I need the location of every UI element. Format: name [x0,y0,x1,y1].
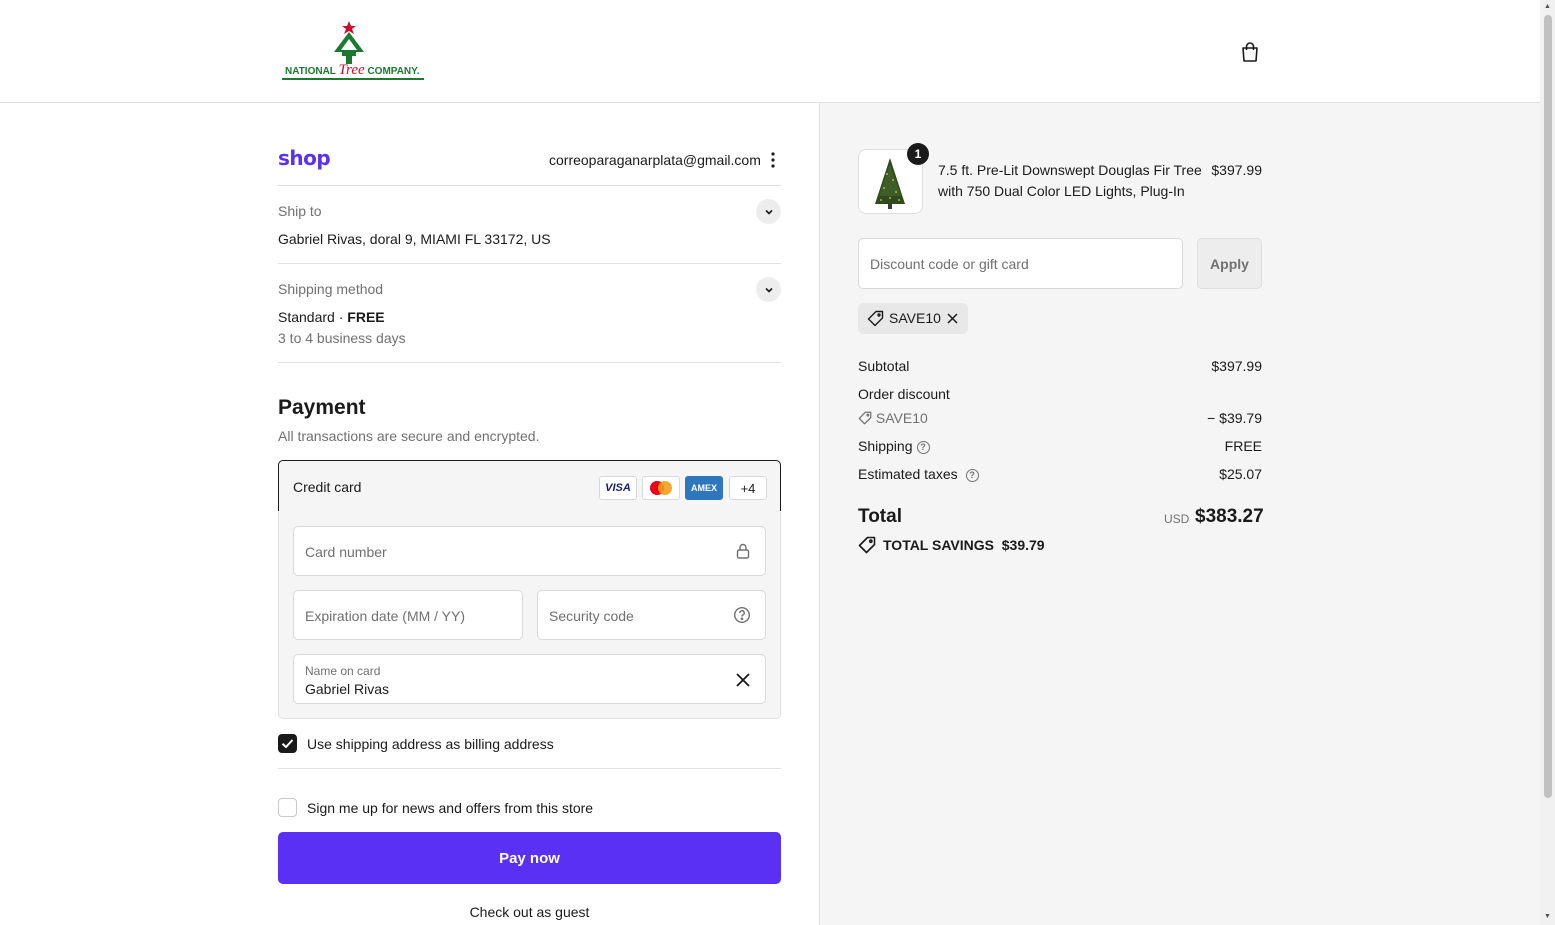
shipping-label: Shipping [858,438,913,454]
shipping-method-label: Shipping method [278,281,384,297]
ship-to-address: Gabriel Rivas, doral 9, MIAMI FL 33172, … [278,231,551,247]
total-savings-value: $39.79 [1001,537,1045,553]
scroll-up-arrow-icon[interactable]: ▲ [1543,3,1552,10]
shipping-method-price: FREE [347,309,385,325]
card-number-input[interactable]: Card number [293,526,766,576]
shipping-method-value: Standard · FREE [278,309,385,325]
scroll-down-arrow-icon[interactable]: ▼ [1543,913,1552,920]
apply-discount-button[interactable]: Apply [1197,238,1262,289]
subtotal-value: $397.99 [1211,358,1262,374]
discount-code-input[interactable]: Discount code or gift card [858,238,1183,289]
pay-now-button[interactable]: Pay now [278,832,781,884]
shipping-help-icon[interactable]: ? [916,441,930,454]
subtotal-label: Subtotal [858,358,910,374]
newsletter-label[interactable]: Sign me up for news and offers from this… [307,800,593,816]
discount-placeholder: Discount code or gift card [870,256,1029,272]
taxes-label: Estimated taxes [858,466,958,482]
security-code-placeholder: Security code [549,608,634,624]
divider [278,768,781,769]
remove-discount-icon[interactable] [946,312,959,325]
payment-title: Payment [278,396,366,419]
applied-discount-chip: SAVE10 [858,303,968,334]
shipping-value: FREE [1224,438,1262,454]
credit-card-option[interactable]: Credit card VISA AMEX +4 [278,460,781,512]
help-circle-icon[interactable] [733,606,751,624]
logo-word-national: NATIONAL [285,66,336,77]
total-currency: USD [1164,512,1190,526]
expiration-placeholder: Expiration date (MM / YY) [305,608,466,624]
more-cards-badge: +4 [729,476,767,500]
visa-card-icon: VISA [599,476,637,500]
total-value: $383.27 [1195,506,1264,527]
shipping-method-name: Standard [278,309,335,325]
clear-icon[interactable] [734,671,752,689]
site-header: NATIONAL Tree COMPANY. [0,0,1540,103]
billing-address-checkbox[interactable] [278,734,297,753]
total-savings: TOTAL SAVINGS $39.79 [883,537,1045,553]
credit-card-label: Credit card [293,479,362,495]
payment-subtitle: All transactions are secure and encrypte… [278,428,540,444]
name-on-card-value: Gabriel Rivas [305,681,390,697]
savings-tag-icon [858,536,876,554]
taxes-row-label: Estimated taxes? [858,466,979,482]
tag-icon [858,411,872,425]
discount-code-row: SAVE10 [858,410,928,426]
amex-card-icon: AMEX [685,476,723,500]
expiration-date-input[interactable]: Expiration date (MM / YY) [293,590,523,640]
divider [278,362,781,363]
logo-word-company: COMPANY. [367,66,420,77]
product-price: $397.99 [1211,162,1262,178]
shopping-bag-icon[interactable] [1238,40,1262,64]
checkmark-icon [281,739,294,749]
lock-icon [734,542,752,560]
taxes-value: $25.07 [1219,466,1262,482]
billing-address-label[interactable]: Use shipping address as billing address [307,736,554,752]
shipping-method-eta: 3 to 4 business days [278,330,406,346]
shop-pay-logo: shop [278,146,331,170]
tag-icon [867,310,884,327]
security-code-input[interactable]: Security code [537,590,766,640]
taxes-help-icon[interactable]: ? [965,469,979,482]
shipping-method-expand-button[interactable] [756,277,781,302]
logo-word-tree: Tree [338,62,365,78]
national-tree-company-logo[interactable]: NATIONAL Tree COMPANY. [282,20,424,82]
applied-code: SAVE10 [889,310,941,326]
shipping-method-separator: · [334,309,348,325]
shipping-row-label: Shipping? [858,438,930,454]
chevron-down-icon [764,287,773,293]
total-label: Total [858,506,902,527]
divider [278,263,781,264]
name-on-card-input[interactable]: Name on card Gabriel Rivas [293,654,766,704]
quantity-badge: 1 [907,143,929,165]
name-on-card-label: Name on card [305,664,381,678]
checkout-as-guest-link[interactable]: Check out as guest [278,904,781,920]
more-options-icon[interactable] [768,151,778,169]
discount-value: − $39.79 [1207,410,1262,426]
ship-to-label: Ship to [278,203,322,219]
order-discount-label: Order discount [858,386,950,402]
mastercard-icon [642,476,680,500]
ship-to-expand-button[interactable] [756,199,781,224]
scrollbar-thumb[interactable] [1544,15,1552,798]
account-email: correoparaganarplata@gmail.com [549,152,761,168]
product-name: 7.5 ft. Pre-Lit Downswept Douglas Fir Tr… [938,162,1202,199]
chevron-down-icon [764,209,773,215]
newsletter-checkbox[interactable] [278,798,297,817]
divider [278,185,781,186]
discount-code-name: SAVE10 [875,410,928,426]
card-number-placeholder: Card number [305,544,387,560]
logo-wordmark: NATIONAL Tree COMPANY. [285,62,419,79]
total-savings-label: TOTAL SAVINGS [883,537,994,553]
